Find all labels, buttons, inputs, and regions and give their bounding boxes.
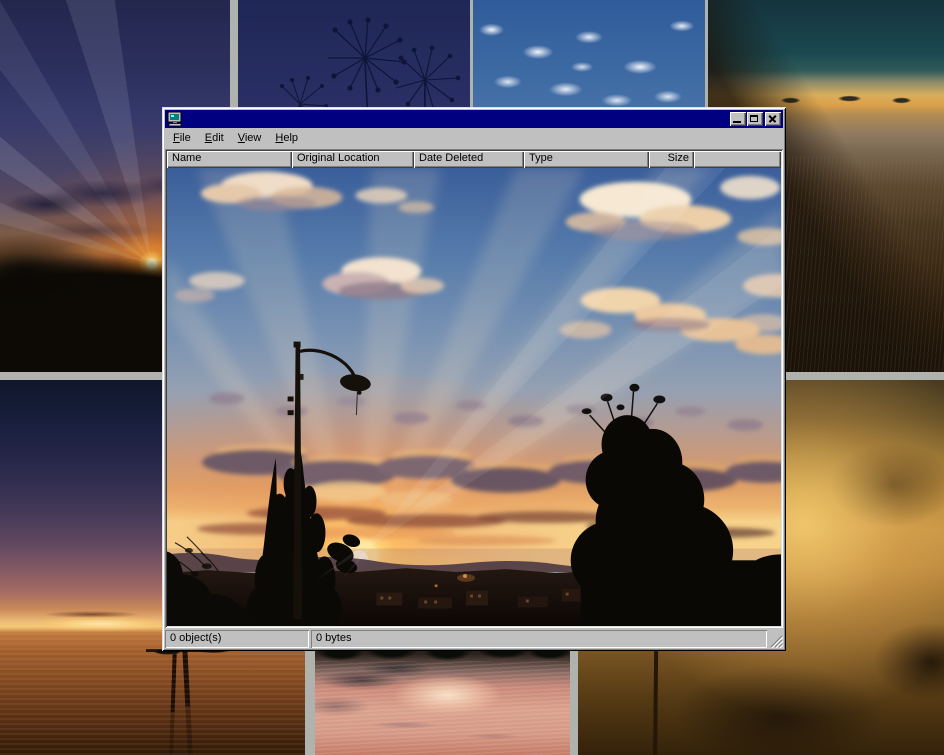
column-header-original-location[interactable]: Original Location bbox=[292, 151, 414, 168]
maximize-button[interactable] bbox=[747, 112, 763, 126]
close-button[interactable] bbox=[765, 112, 781, 126]
status-object-count: 0 object(s) bbox=[165, 630, 309, 648]
sunset-photo bbox=[167, 168, 781, 626]
column-header-type[interactable]: Type bbox=[524, 151, 649, 168]
titlebar[interactable] bbox=[165, 110, 783, 128]
column-header-size[interactable]: Size bbox=[649, 151, 694, 168]
menu-help[interactable]: Help bbox=[268, 130, 305, 147]
column-header-filler bbox=[694, 151, 781, 168]
menu-edit[interactable]: Edit bbox=[198, 130, 231, 147]
column-header-name[interactable]: Name bbox=[167, 151, 292, 168]
list-client-area[interactable] bbox=[167, 168, 781, 626]
column-header-date-deleted[interactable]: Date Deleted bbox=[414, 151, 524, 168]
menubar: File Edit View Help bbox=[165, 128, 783, 149]
menu-file[interactable]: File bbox=[166, 130, 198, 147]
maximize-icon bbox=[750, 115, 758, 122]
column-header-row: Name Original Location Date Deleted Type… bbox=[167, 151, 781, 168]
explorer-window: File Edit View Help Name Original Locati… bbox=[162, 107, 786, 651]
minimize-button[interactable] bbox=[730, 112, 746, 126]
status-size: 0 bytes bbox=[311, 630, 767, 648]
desktop: File Edit View Help Name Original Locati… bbox=[0, 0, 944, 755]
resize-grip-icon bbox=[769, 630, 783, 648]
computer-icon[interactable] bbox=[167, 111, 183, 127]
menu-view[interactable]: View bbox=[231, 130, 269, 147]
status-bar: 0 object(s) 0 bytes bbox=[165, 630, 783, 648]
minimize-icon bbox=[733, 121, 741, 123]
resize-grip[interactable] bbox=[769, 630, 783, 648]
tree-trunk bbox=[169, 648, 177, 755]
tree-trunk bbox=[182, 646, 193, 755]
list-view: Name Original Location Date Deleted Type… bbox=[165, 149, 783, 628]
